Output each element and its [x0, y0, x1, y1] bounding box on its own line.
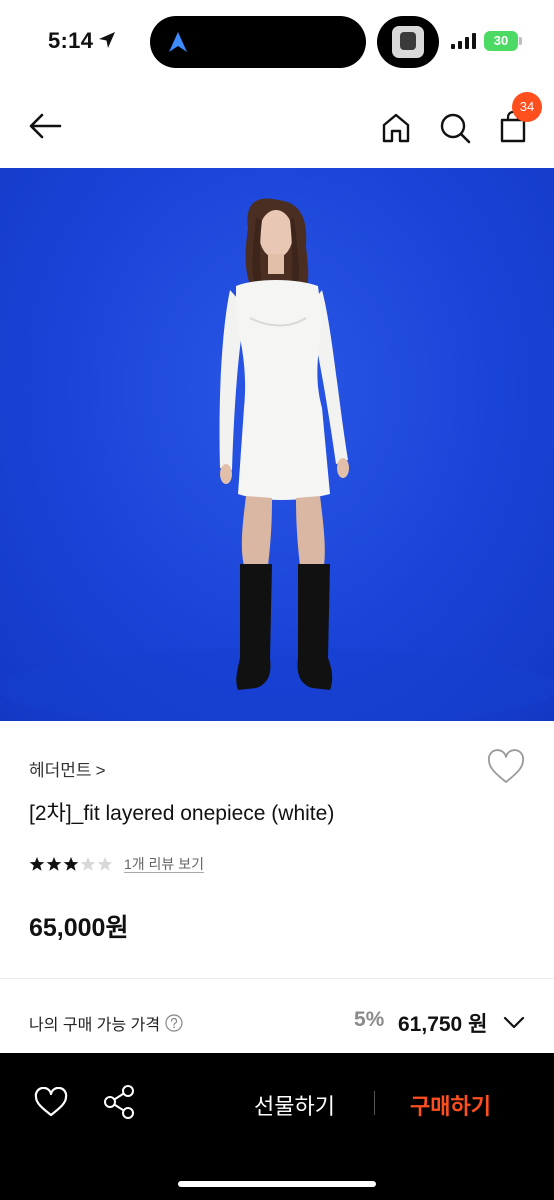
star-icon [97, 857, 113, 871]
app-logo-icon [169, 32, 187, 52]
star-icon [63, 857, 79, 871]
chevron-down-icon[interactable] [502, 1012, 526, 1032]
home-icon[interactable] [376, 108, 416, 148]
brand-link[interactable]: 헤더먼트 > [29, 756, 106, 781]
battery-level: 30 [493, 33, 509, 48]
product-title: [2차]_fit layered onepiece (white) [29, 802, 335, 825]
back-arrow-icon[interactable] [26, 106, 66, 146]
battery-tip [519, 37, 522, 45]
product-price: 65,000원 [29, 914, 129, 942]
status-time: 5:14 [48, 28, 94, 53]
discounted-price: 61,750 원 [398, 1013, 488, 1036]
discount-rate: 5% [354, 1008, 385, 1031]
home-indicator [178, 1181, 376, 1187]
divider [0, 978, 554, 979]
purchase-price-label-text: 나의 구매 가능 가격 [29, 1017, 161, 1034]
heart-icon[interactable] [486, 748, 526, 788]
star-rating [29, 856, 114, 872]
model-figure [0, 198, 554, 721]
battery-indicator: 30 [484, 31, 518, 51]
share-icon[interactable] [102, 1084, 136, 1120]
rating-row: 1개 리뷰 보기 [29, 853, 204, 875]
live-activity [377, 16, 439, 68]
dynamic-island [150, 16, 366, 68]
star-icon [29, 857, 45, 871]
help-circle-icon[interactable] [165, 1014, 183, 1032]
star-icon [46, 857, 62, 871]
brand-name: 헤더먼트 [29, 761, 92, 780]
live-activity-thumbnail [392, 26, 424, 58]
heart-icon[interactable] [34, 1087, 68, 1119]
cart-count-badge: 34 [512, 92, 542, 122]
purchase-price-label: 나의 구매 가능 가격 [29, 1011, 183, 1035]
bottom-bar-separator [374, 1091, 375, 1115]
status-bar: 5:14 30 [0, 0, 554, 84]
product-image[interactable] [0, 168, 554, 721]
signal-icon [451, 33, 476, 49]
location-arrow-icon [99, 32, 115, 48]
app-header [0, 84, 554, 168]
buy-button[interactable]: 구매하기 [410, 1089, 491, 1121]
review-link[interactable]: 1개 리뷰 보기 [124, 856, 204, 873]
chevron-right-icon: > [95, 761, 106, 780]
bottom-action-bar: 선물하기 구매하기 [0, 1053, 554, 1200]
gift-button[interactable]: 선물하기 [254, 1089, 335, 1121]
star-icon [80, 857, 96, 871]
search-icon[interactable] [435, 108, 475, 148]
